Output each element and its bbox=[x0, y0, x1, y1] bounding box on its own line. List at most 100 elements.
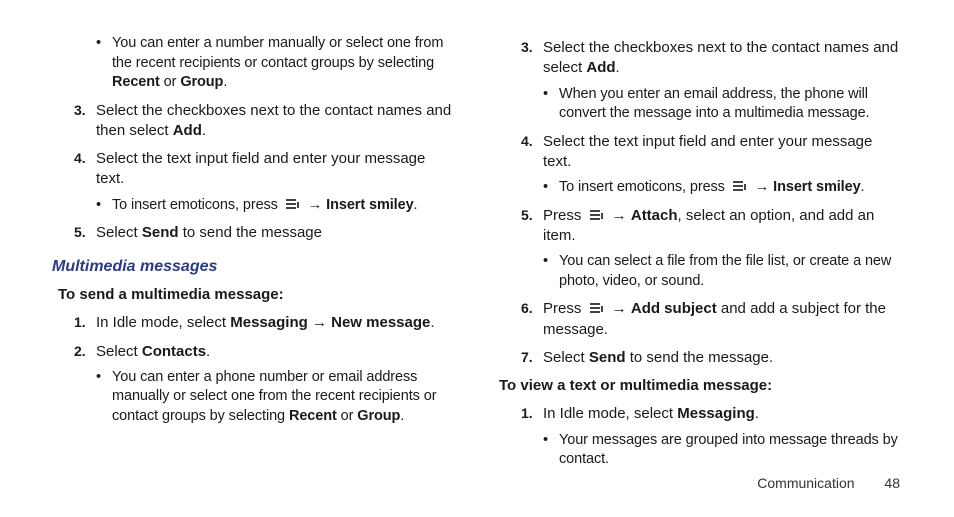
text: . bbox=[206, 343, 210, 360]
list-item: 6. Press → Add subject and add a subject… bbox=[521, 299, 902, 340]
bold-text: Send bbox=[589, 349, 626, 366]
list-item: • You can enter a number manually or sel… bbox=[96, 34, 455, 93]
step-text: Press → Attach, select an option, and ad… bbox=[543, 206, 902, 247]
text: . bbox=[223, 74, 227, 90]
text: . bbox=[755, 405, 759, 422]
list-item: 5. Press → Attach, select an option, and… bbox=[521, 206, 902, 247]
text: In Idle mode, select bbox=[96, 314, 230, 331]
step-text: Select Send to send the message bbox=[96, 223, 455, 243]
list-item: 1. In Idle mode, select Messaging. bbox=[521, 404, 902, 424]
step-number: 4. bbox=[74, 149, 96, 190]
bullet-dot: • bbox=[96, 196, 112, 216]
text: To insert emoticons, press bbox=[559, 179, 729, 195]
list-item: • When you enter an email address, the p… bbox=[543, 85, 902, 124]
bold-text: Messaging bbox=[230, 314, 308, 331]
step-text: Select Send to send the message. bbox=[543, 348, 902, 368]
text: To insert emoticons, press bbox=[112, 197, 282, 213]
list-item: • To insert emoticons, press →Insert smi… bbox=[543, 178, 902, 198]
bold-text: Insert smiley bbox=[326, 197, 413, 213]
list-item: • To insert emoticons, press →Insert smi… bbox=[96, 196, 455, 216]
text: Press bbox=[543, 207, 586, 224]
bold-text: Recent bbox=[289, 408, 337, 424]
step-number: 5. bbox=[521, 206, 543, 247]
step-text: Select the text input field and enter yo… bbox=[543, 132, 902, 173]
text: Press bbox=[543, 300, 586, 317]
text: . bbox=[861, 179, 865, 195]
bullet-dot: • bbox=[543, 178, 559, 198]
left-column: • You can enter a number manually or sel… bbox=[52, 30, 455, 476]
text: Select bbox=[543, 349, 589, 366]
menu-icon bbox=[589, 210, 605, 222]
step-number: 1. bbox=[74, 313, 96, 333]
bold-text: Contacts bbox=[142, 343, 206, 360]
step-text: In Idle mode, select Messaging → New mes… bbox=[96, 313, 455, 333]
step-number: 7. bbox=[521, 348, 543, 368]
step-text: Select Contacts. bbox=[96, 342, 455, 362]
text: or bbox=[160, 74, 181, 90]
paragraph-lead: To send a multimedia message: bbox=[58, 285, 455, 305]
text: Select bbox=[96, 343, 142, 360]
bullet-dot: • bbox=[96, 368, 112, 427]
list-item: • You can enter a phone number or email … bbox=[96, 368, 455, 427]
list-item: • Your messages are grouped into message… bbox=[543, 431, 902, 470]
bullet-text: Your messages are grouped into message t… bbox=[559, 431, 902, 470]
list-item: 4. Select the text input field and enter… bbox=[74, 149, 455, 190]
list-item: • You can select a file from the file li… bbox=[543, 252, 902, 291]
step-text: Select the text input field and enter yo… bbox=[96, 149, 455, 190]
text: → bbox=[608, 300, 631, 317]
list-item: 2. Select Contacts. bbox=[74, 342, 455, 362]
bullet-text: You can select a file from the file list… bbox=[559, 252, 902, 291]
text: → bbox=[308, 314, 331, 331]
bold-text: Send bbox=[142, 224, 179, 241]
text: Select the checkboxes next to the contac… bbox=[96, 102, 451, 139]
bullet-dot: • bbox=[543, 252, 559, 291]
bullet-text: You can enter a phone number or email ad… bbox=[112, 368, 455, 427]
list-item: 3. Select the checkboxes next to the con… bbox=[521, 38, 902, 79]
bullet-dot: • bbox=[543, 431, 559, 470]
step-text: Press → Add subject and add a subject fo… bbox=[543, 299, 902, 340]
bullet-text: When you enter an email address, the pho… bbox=[559, 85, 902, 124]
menu-icon bbox=[589, 303, 605, 315]
text: . bbox=[400, 408, 404, 424]
section-name: Communication bbox=[757, 475, 854, 491]
text: . bbox=[202, 122, 206, 139]
bold-text: Messaging bbox=[677, 405, 755, 422]
bullet-text: You can enter a number manually or selec… bbox=[112, 34, 455, 93]
bold-text: Insert smiley bbox=[773, 179, 860, 195]
bullet-text: To insert emoticons, press →Insert smile… bbox=[112, 196, 455, 216]
bullet-text: To insert emoticons, press →Insert smile… bbox=[559, 178, 902, 198]
page-number: 48 bbox=[884, 475, 900, 491]
bold-text: Group bbox=[357, 408, 400, 424]
bold-text: Group bbox=[180, 74, 223, 90]
step-text: Select the checkboxes next to the contac… bbox=[96, 101, 455, 142]
bold-text: New message bbox=[331, 314, 430, 331]
step-number: 3. bbox=[74, 101, 96, 142]
list-item: 4. Select the text input field and enter… bbox=[521, 132, 902, 173]
list-item: 3. Select the checkboxes next to the con… bbox=[74, 101, 455, 142]
step-text: In Idle mode, select Messaging. bbox=[543, 404, 902, 424]
text: to send the message bbox=[179, 224, 322, 241]
text: . bbox=[414, 197, 418, 213]
text: You can enter a number manually or selec… bbox=[112, 35, 443, 71]
bold-text: Add bbox=[173, 122, 202, 139]
text: In Idle mode, select bbox=[543, 405, 677, 422]
step-number: 2. bbox=[74, 342, 96, 362]
bullet-dot: • bbox=[543, 85, 559, 124]
section-heading: Multimedia messages bbox=[52, 256, 455, 278]
menu-icon bbox=[285, 199, 301, 211]
paragraph-lead: To view a text or multimedia message: bbox=[499, 376, 902, 396]
step-number: 1. bbox=[521, 404, 543, 424]
step-number: 6. bbox=[521, 299, 543, 340]
page-footer: Communication 48 bbox=[757, 475, 900, 491]
text: → bbox=[608, 207, 631, 224]
text: or bbox=[337, 408, 358, 424]
text: Select bbox=[96, 224, 142, 241]
step-text: Select the checkboxes next to the contac… bbox=[543, 38, 902, 79]
arrow-icon: → bbox=[308, 196, 322, 216]
list-item: 7. Select Send to send the message. bbox=[521, 348, 902, 368]
list-item: 1. In Idle mode, select Messaging → New … bbox=[74, 313, 455, 333]
bold-text: Add subject bbox=[631, 300, 717, 317]
step-number: 4. bbox=[521, 132, 543, 173]
bullet-dot: • bbox=[96, 34, 112, 93]
menu-icon bbox=[732, 181, 748, 193]
